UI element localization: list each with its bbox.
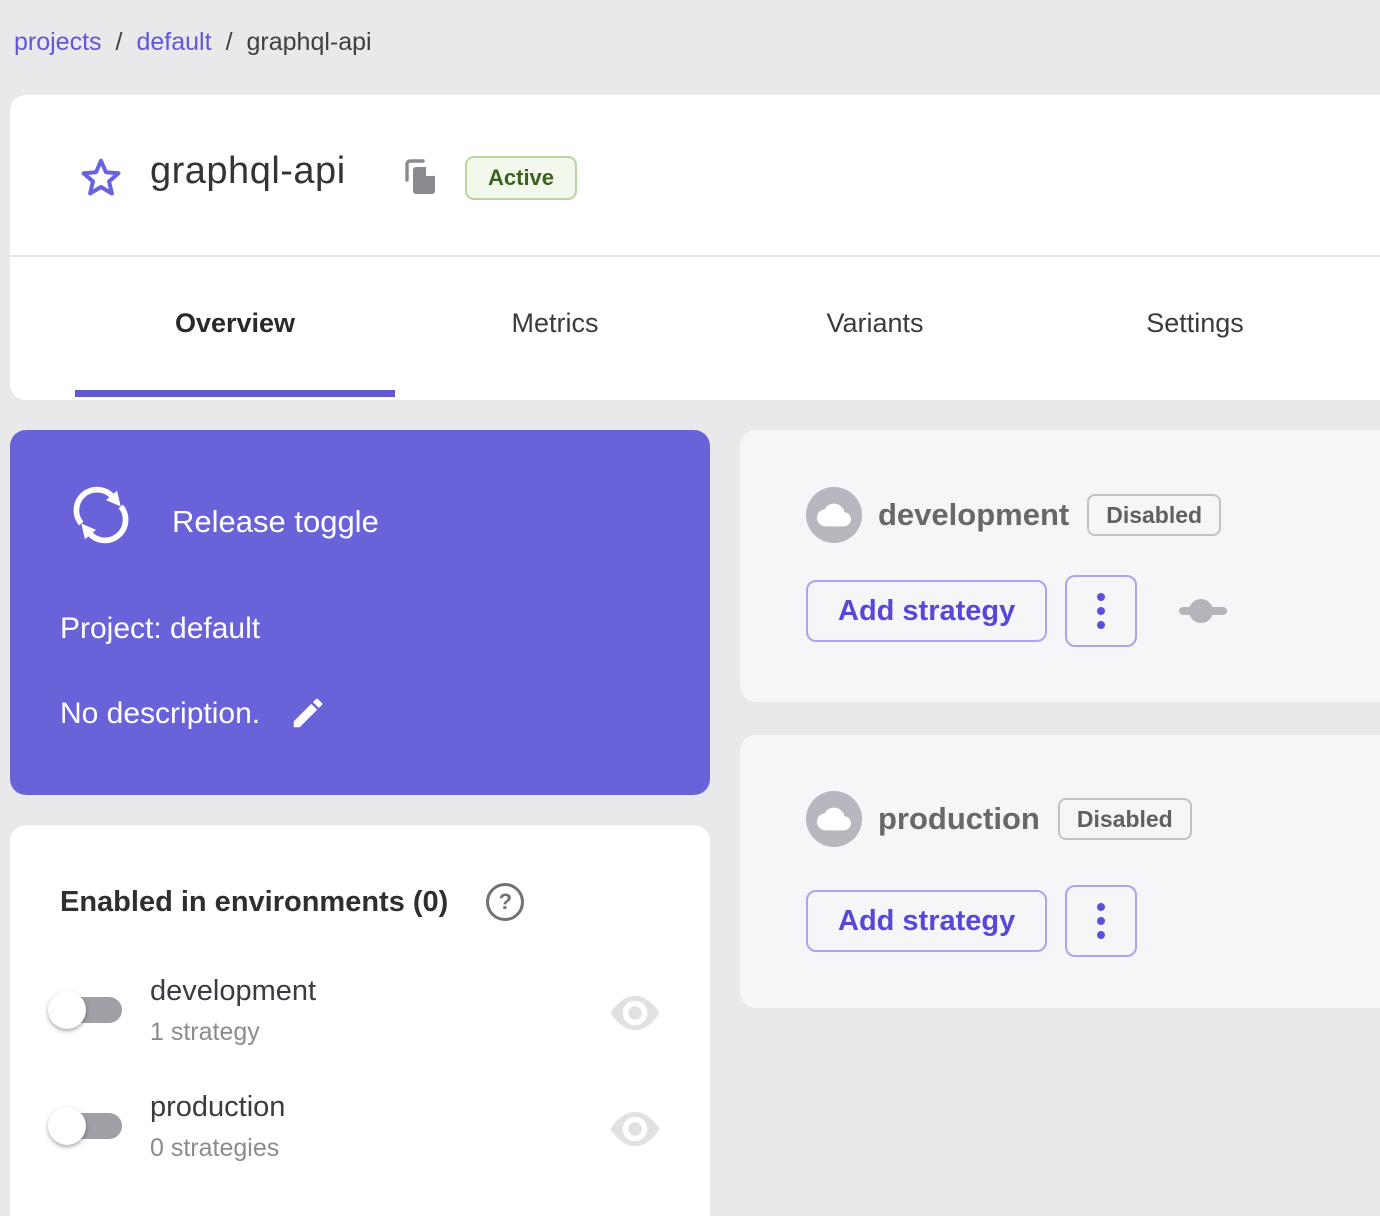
- env-more-options-button[interactable]: [1065, 575, 1138, 647]
- toggle-development-switch[interactable]: [48, 988, 128, 1032]
- switch-knob: [48, 991, 86, 1029]
- breadcrumb-separator: /: [115, 28, 123, 56]
- feature-type-card: Release toggle Project: default No descr…: [10, 430, 710, 795]
- release-toggle-icon: [73, 486, 129, 544]
- favorite-star-button[interactable]: [78, 155, 124, 201]
- panel-title: Enabled in environments (0): [60, 885, 449, 918]
- help-button[interactable]: ?: [486, 883, 525, 921]
- enabled-environments-panel: Enabled in environments (0) ? developmen…: [10, 825, 710, 1216]
- switch-knob: [48, 1107, 86, 1145]
- env-row-name: production: [150, 1091, 286, 1123]
- env-card-header: production Disabled: [878, 791, 1192, 847]
- kebab-icon: [1097, 903, 1106, 911]
- description-row: No description.: [60, 694, 328, 734]
- tab-bar: Overview Metrics Variants Settings: [75, 257, 1355, 390]
- toggle-production-switch[interactable]: [48, 1104, 128, 1148]
- avatar: [806, 487, 862, 543]
- status-badge: Active: [465, 156, 578, 200]
- tab-variants[interactable]: Variants: [715, 257, 1035, 390]
- copy-icon: [405, 159, 435, 194]
- environment-card-development: development Disabled Add strategy: [740, 430, 1380, 702]
- eye-icon: [610, 995, 660, 1031]
- eye-icon: [610, 1111, 660, 1147]
- active-tab-indicator: [75, 390, 395, 397]
- breadcrumb: projects / default / graphql-api: [14, 28, 372, 57]
- env-more-options-button[interactable]: [1065, 885, 1138, 957]
- page: projects / default / graphql-api graphql…: [0, 0, 1380, 1216]
- breadcrumb-projects[interactable]: projects: [14, 28, 102, 57]
- rollout-slider-icon: [1179, 599, 1228, 623]
- feature-header-card: graphql-api Active Overview Metrics Vari…: [10, 95, 1380, 400]
- pencil-icon: [293, 698, 323, 728]
- tab-metrics[interactable]: Metrics: [395, 257, 715, 390]
- tab-settings[interactable]: Settings: [1035, 257, 1355, 390]
- env-row-strategies: 1 strategy: [150, 1018, 260, 1046]
- feature-type-label: Release toggle: [172, 504, 379, 539]
- question-mark-icon: ?: [498, 889, 513, 914]
- kebab-icon: [1097, 593, 1106, 601]
- page-title: graphql-api: [150, 150, 346, 192]
- tab-overview[interactable]: Overview: [75, 257, 395, 390]
- env-status-badge: Disabled: [1087, 494, 1222, 536]
- add-strategy-button[interactable]: Add strategy: [806, 890, 1048, 952]
- env-card-name: production: [878, 801, 1040, 836]
- env-card-actions: Add strategy: [806, 575, 1229, 647]
- env-card-name: development: [878, 497, 1070, 532]
- cloud-icon: [817, 807, 851, 831]
- cloud-icon: [817, 503, 851, 527]
- panel-header: Enabled in environments (0) ?: [60, 883, 525, 921]
- visibility-production-button[interactable]: [608, 1109, 662, 1149]
- star-icon: [81, 158, 121, 196]
- copy-name-button[interactable]: [400, 156, 440, 198]
- edit-description-button[interactable]: [288, 694, 328, 734]
- env-row-name: development: [150, 975, 317, 1007]
- environment-card-production: production Disabled Add strategy: [740, 735, 1380, 1008]
- breadcrumb-default[interactable]: default: [137, 28, 212, 57]
- env-card-header: development Disabled: [878, 487, 1222, 543]
- breadcrumb-separator: /: [225, 28, 233, 56]
- avatar: [806, 791, 862, 847]
- env-card-actions: Add strategy: [806, 885, 1138, 957]
- project-label: Project: default: [60, 612, 261, 645]
- add-strategy-button[interactable]: Add strategy: [806, 580, 1048, 642]
- breadcrumb-current: graphql-api: [246, 28, 372, 56]
- description-text: No description.: [60, 697, 261, 730]
- visibility-development-button[interactable]: [608, 993, 662, 1033]
- env-row-strategies: 0 strategies: [150, 1134, 280, 1162]
- env-status-badge: Disabled: [1057, 798, 1192, 840]
